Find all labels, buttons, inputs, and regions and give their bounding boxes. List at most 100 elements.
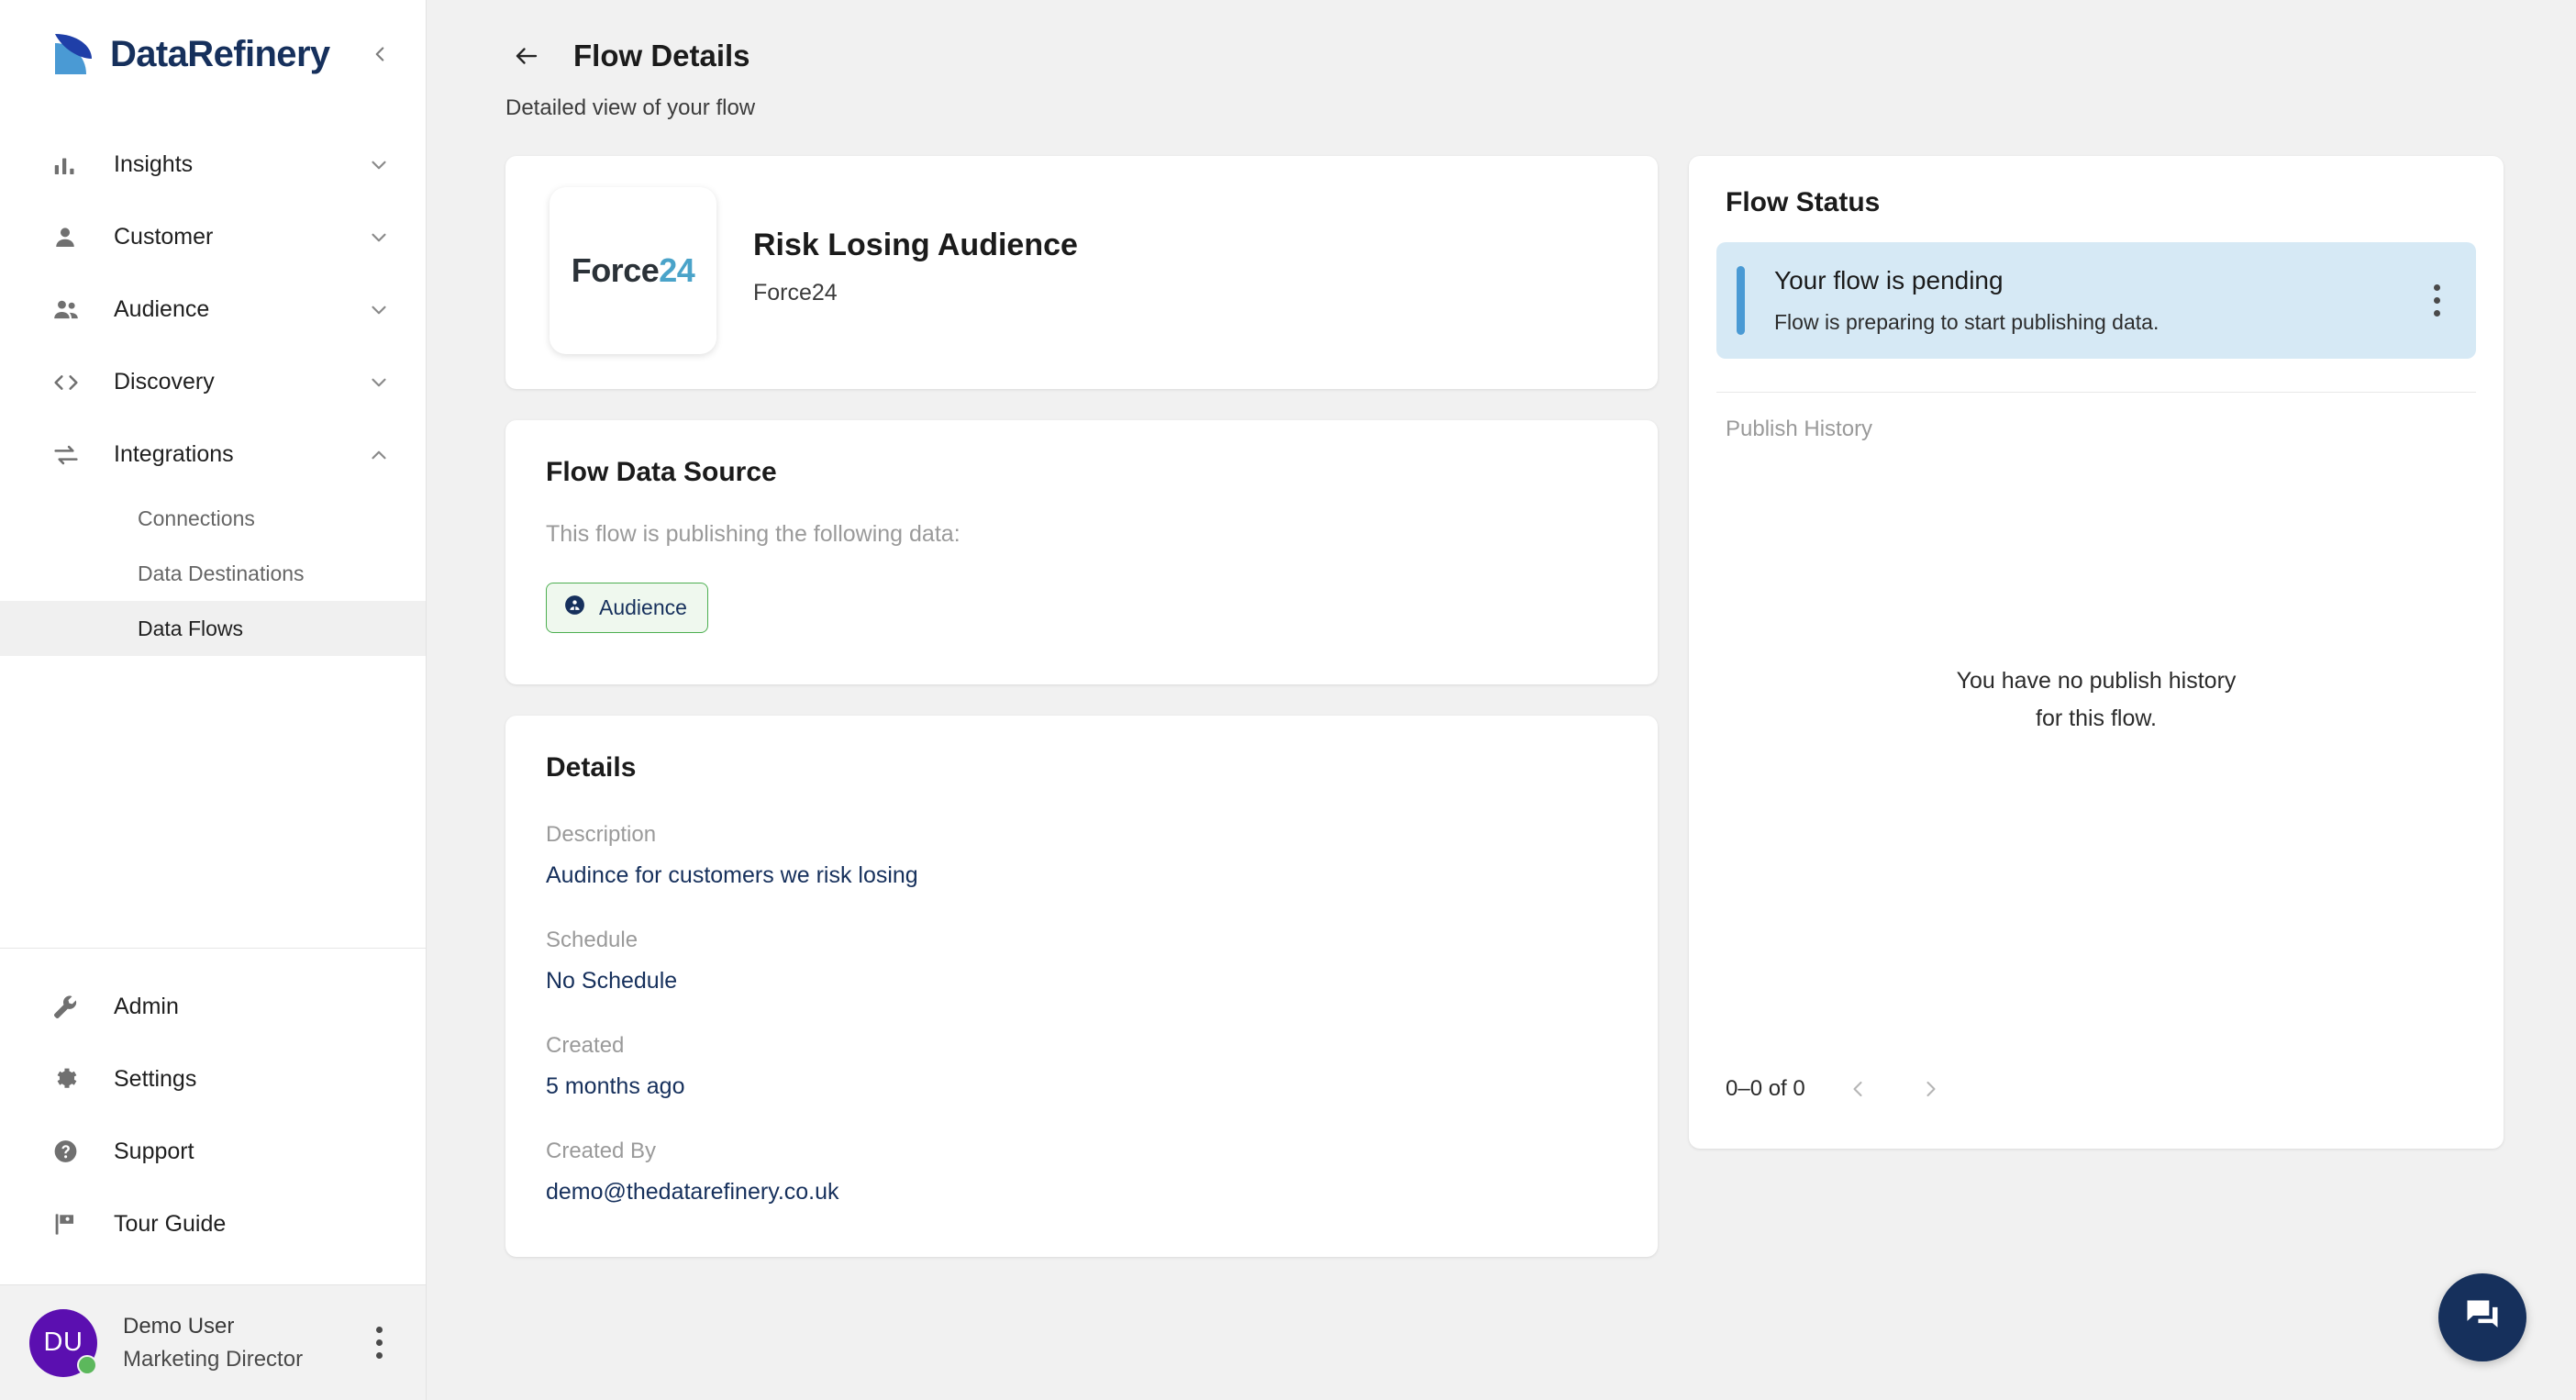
audience-circle-icon [563, 594, 586, 622]
chat-support-button[interactable] [2438, 1273, 2526, 1361]
sidebar-item-connections[interactable]: Connections [0, 491, 426, 546]
pagination-prev-button[interactable] [1837, 1068, 1879, 1110]
flag-icon [51, 1210, 90, 1239]
detail-field-schedule: Schedule No Schedule [546, 928, 1617, 994]
people-icon [51, 295, 90, 325]
pagination-count: 0–0 of 0 [1726, 1076, 1805, 1101]
avatar-initials: DU [43, 1328, 83, 1357]
content-columns: Force24 Risk Losing Audience Force24 Flo… [505, 156, 2519, 1257]
sidebar-item-tour-guide[interactable]: Tour Guide [0, 1188, 426, 1261]
sidebar-item-label: Discovery [114, 369, 215, 394]
details-card: Details Description Audince for customer… [505, 716, 1658, 1257]
wrench-icon [51, 993, 90, 1021]
brand-row: DataRefinery [0, 0, 426, 108]
flow-data-source-subtitle: This flow is publishing the following da… [546, 521, 960, 547]
sidebar-item-label: Support [114, 1139, 194, 1164]
detail-field-created-by: Created By demo@thedatarefinery.co.uk [546, 1139, 1617, 1206]
person-icon [51, 224, 90, 251]
user-meta: Demo User Marketing Director [123, 1310, 303, 1376]
help-circle-icon [51, 1138, 90, 1166]
alert-menu-kebab-icon[interactable] [2421, 280, 2452, 322]
chat-bubble-icon [2462, 1295, 2503, 1340]
flow-summary-card: Force24 Risk Losing Audience Force24 [505, 156, 1658, 389]
publish-history-empty-state: You have no publish history for this flo… [1716, 442, 2476, 1068]
sidebar-item-label: Integrations [114, 441, 234, 467]
page-subtitle: Detailed view of your flow [505, 95, 756, 120]
bar-chart-icon [51, 151, 90, 179]
force24-logo-icon: Force24 [572, 251, 695, 290]
app-root: DataRefinery Insights Customer Audience … [0, 0, 2576, 1400]
datarefinery-logo-icon [51, 30, 99, 78]
force24-logo-accent: 24 [659, 251, 695, 289]
alert-title: Your flow is pending [1774, 266, 2004, 294]
alert-description: Flow is preparing to start publishing da… [1774, 310, 2160, 334]
sidebar-item-label: Tour Guide [114, 1211, 227, 1237]
detail-label: Created [546, 1033, 625, 1058]
back-arrow-icon[interactable] [505, 35, 548, 77]
sidebar-item-label: Admin [114, 994, 179, 1019]
sidebar-item-support[interactable]: Support [0, 1116, 426, 1188]
flow-data-source-heading: Flow Data Source [546, 457, 777, 487]
main-content: Flow Details Detailed view of your flow … [427, 0, 2576, 1400]
sidebar-bottom-nav: Admin Settings Support Tour Guide [0, 948, 426, 1284]
sidebar-nav: Insights Customer Audience Discovery Int… [0, 108, 426, 656]
detail-value: Audince for customers we risk losing [546, 862, 918, 888]
brand-name: DataRefinery [110, 33, 330, 74]
detail-label: Schedule [546, 928, 638, 952]
detail-label: Description [546, 822, 657, 847]
user-name: Demo User [123, 1313, 235, 1339]
detail-value: 5 months ago [546, 1073, 685, 1099]
sidebar-item-label: Audience [114, 296, 210, 322]
force24-logo-primary: Force [571, 251, 660, 289]
sidebar-item-data-flows[interactable]: Data Flows [0, 601, 426, 656]
sidebar-item-label: Customer [114, 224, 214, 250]
empty-state-line-2: for this flow. [2036, 706, 2157, 731]
online-status-dot [77, 1354, 97, 1375]
sidebar-item-insights[interactable]: Insights [0, 128, 426, 201]
sidebar-subitem-label: Connections [138, 506, 255, 530]
user-profile-row[interactable]: DU Demo User Marketing Director [0, 1284, 426, 1400]
chevron-down-icon[interactable] [367, 226, 391, 250]
gear-icon [51, 1065, 90, 1094]
alert-accent-bar [1737, 266, 1745, 335]
sidebar-collapse-button[interactable] [360, 34, 400, 74]
sidebar: DataRefinery Insights Customer Audience … [0, 0, 427, 1400]
page-title: Flow Details [573, 39, 750, 72]
sidebar-item-discovery[interactable]: Discovery [0, 346, 426, 418]
sidebar-item-admin[interactable]: Admin [0, 971, 426, 1043]
sidebar-item-audience[interactable]: Audience [0, 273, 426, 346]
detail-value: demo@thedatarefinery.co.uk [546, 1179, 839, 1205]
user-menu-kebab-icon[interactable] [363, 1322, 394, 1364]
chevron-down-icon[interactable] [367, 371, 391, 394]
sidebar-item-data-destinations[interactable]: Data Destinations [0, 546, 426, 601]
pagination-next-button[interactable] [1910, 1068, 1952, 1110]
chevron-down-icon[interactable] [367, 153, 391, 177]
chevron-up-icon[interactable] [367, 443, 391, 467]
data-source-chip-label: Audience [599, 595, 687, 619]
user-role: Marketing Director [123, 1346, 304, 1372]
sidebar-item-settings[interactable]: Settings [0, 1043, 426, 1116]
empty-state-line-1: You have no publish history [1956, 667, 2237, 694]
force24-logo-tile: Force24 [550, 187, 716, 354]
details-heading: Details [546, 752, 637, 783]
flow-summary-text: Risk Losing Audience Force24 [753, 191, 1078, 306]
flow-title: Risk Losing Audience [753, 228, 1078, 262]
sidebar-item-label: Insights [114, 151, 194, 177]
publish-history-pagination: 0–0 of 0 [1716, 1068, 2476, 1121]
sync-arrows-icon [51, 440, 90, 470]
sidebar-item-customer[interactable]: Customer [0, 201, 426, 273]
page-header: Flow Details [505, 35, 2519, 77]
alert-text: Your flow is pending Flow is preparing t… [1774, 266, 2159, 335]
flow-status-heading: Flow Status [1726, 187, 1881, 217]
chevron-down-icon[interactable] [367, 298, 391, 322]
sidebar-item-integrations[interactable]: Integrations [0, 418, 426, 491]
sidebar-subitem-label: Data Flows [138, 616, 244, 640]
detail-value: No Schedule [546, 968, 678, 994]
flow-data-source-card: Flow Data Source This flow is publishing… [505, 420, 1658, 684]
data-source-chip-audience[interactable]: Audience [546, 583, 708, 633]
detail-field-description: Description Audince for customers we ris… [546, 822, 1617, 889]
code-brackets-icon [51, 368, 90, 397]
publish-history-label: Publish History [1726, 417, 1873, 441]
left-column: Force24 Risk Losing Audience Force24 Flo… [505, 156, 1658, 1257]
sidebar-item-label: Settings [114, 1066, 197, 1092]
